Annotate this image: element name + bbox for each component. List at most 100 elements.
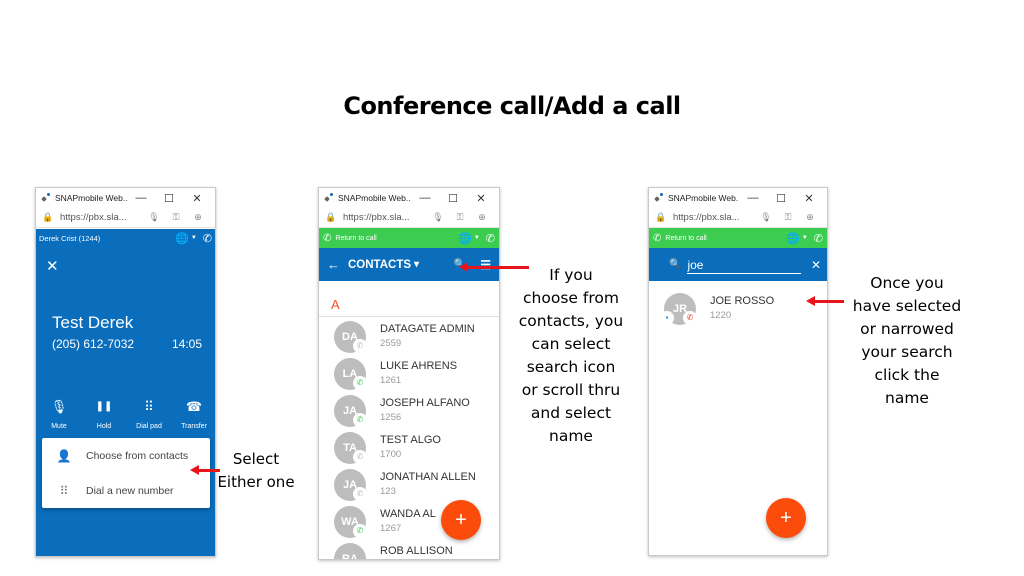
phone-status-icon: ✆ (353, 524, 367, 538)
transfer-button[interactable]: ☎ Transfer (172, 398, 215, 430)
contact-row[interactable]: JA ✆ JOSEPH ALFANO 1256 (319, 393, 499, 430)
address-bar[interactable]: 🔒 https://pbx.sla... 🎙 ⚿ ⊕ (649, 208, 827, 228)
chevron-down-icon[interactable]: ▼ (474, 235, 480, 241)
phone-window-active-call: SNAPmobile Web... — ☐ ✕ 🔒 https://pbx.sl… (35, 187, 216, 557)
chevron-down-icon[interactable]: ▼ (191, 235, 197, 241)
mic-icon[interactable]: 🎙 (143, 212, 165, 223)
minimize-button[interactable]: — (127, 192, 155, 204)
phone-status-icon: ✆ (353, 413, 367, 427)
close-button[interactable]: ✕ (467, 192, 495, 205)
maximize-button[interactable]: ☐ (155, 192, 183, 205)
status-bar: Derek Crist (1244) 🌐 ▼ ✆ (36, 229, 215, 247)
lock-icon: 🔒 (325, 212, 337, 222)
minimize-button[interactable]: — (411, 192, 439, 204)
dialpad-button[interactable]: ⠿ Dial pad (127, 398, 171, 430)
annotation-click-name: Once you have selected or narrowed your … (852, 274, 962, 407)
phone-forward-icon[interactable]: ✆ (486, 232, 495, 245)
minimize-button[interactable]: — (739, 192, 767, 204)
contact-row[interactable]: RA ROB ALLISON (319, 541, 499, 559)
close-button[interactable]: ✕ (183, 192, 211, 205)
phone-window-contacts: SNAPmobile Web... — ☐ ✕ 🔒 https://pbx.sl… (318, 187, 500, 560)
add-call-menu: 👤 Choose from contacts ⠿ Dial a new numb… (42, 438, 210, 508)
phone-forward-icon[interactable]: ✆ (814, 232, 823, 245)
dialpad-icon: ⠿ (59, 483, 69, 498)
menu-item-choose-from-contacts[interactable]: 👤 Choose from contacts (42, 438, 210, 473)
chevron-down-icon[interactable]: ▾ (414, 259, 419, 270)
contact-row[interactable]: DA ✆ DATAGATE ADMIN 2559 (319, 319, 499, 356)
phone-icon: ✆ (323, 232, 332, 244)
page-title: Conference call/Add a call (343, 92, 681, 120)
app-icon (323, 192, 335, 204)
globe-icon[interactable]: 🌐 (458, 232, 472, 245)
menu-item-dial-new-number[interactable]: ⠿ Dial a new number (42, 473, 210, 508)
user-label: Derek Crist (1244) (39, 233, 101, 243)
zoom-icon[interactable]: ⊕ (187, 212, 209, 223)
search-input[interactable]: joe (687, 256, 801, 274)
phone-forward-icon[interactable]: ✆ (203, 232, 212, 245)
add-contact-fab[interactable]: + (766, 498, 806, 538)
close-icon[interactable]: ✕ (46, 257, 59, 275)
key-icon[interactable]: ⚿ (449, 212, 471, 223)
url-text[interactable]: https://pbx.sla... (669, 212, 755, 223)
maximize-button[interactable]: ☐ (439, 192, 467, 205)
back-arrow-icon[interactable]: ← (327, 257, 340, 272)
search-icon: 🔍 (669, 259, 682, 270)
dialpad-icon: ⠿ (144, 399, 154, 414)
contact-row[interactable]: TA ✆ TEST ALGO 1700 (319, 430, 499, 467)
url-text[interactable]: https://pbx.sla... (339, 212, 427, 223)
mic-icon[interactable]: 🎙 (755, 212, 777, 223)
chevron-down-icon[interactable]: ▼ (802, 235, 808, 241)
phone-window-search-results: SNAPmobile Web... — ☐ ✕ 🔒 https://pbx.sl… (648, 187, 828, 556)
window-titlebar: SNAPmobile Web... — ☐ ✕ (36, 188, 215, 208)
address-bar[interactable]: 🔒 https://pbx.sla... 🎙 ⚿ ⊕ (36, 208, 215, 228)
app-icon (653, 192, 665, 204)
search-bar: 🔍 joe ✕ (649, 248, 827, 281)
divider (319, 316, 499, 317)
key-icon[interactable]: ⚿ (165, 212, 187, 223)
globe-icon[interactable]: 🌐 (175, 232, 189, 245)
mic-icon[interactable]: 🎙 (427, 212, 449, 223)
add-contact-fab[interactable]: + (441, 500, 481, 540)
phone-status-icon: ✆ (353, 376, 367, 390)
return-to-call-label: Return to call (335, 234, 377, 242)
window-titlebar: SNAPmobile Web... — ☐ ✕ (319, 188, 499, 208)
phone-status-icon: ✆ (353, 487, 367, 501)
window-title: SNAPmobile Web... (338, 193, 411, 203)
key-icon[interactable]: ⚿ (777, 212, 799, 223)
annotation-select-either: Select Either one (217, 450, 295, 491)
phone-status-icon: ✆ (353, 339, 367, 353)
pause-icon: ❚❚ (95, 401, 113, 412)
caller-number: (205) 612-7032 (52, 337, 135, 351)
contact-row[interactable]: JA ✆ JONATHAN ALLEN 123 (319, 467, 499, 504)
clear-icon[interactable]: ✕ (811, 258, 821, 272)
mute-button[interactable]: 🎙 Mute (37, 398, 81, 430)
hold-button[interactable]: ❚❚ Hold (82, 398, 126, 430)
zoom-icon[interactable]: ⊕ (471, 212, 493, 223)
search-results: JR ▪ ✆ JOE ROSSO 1220 + (649, 285, 827, 555)
url-text[interactable]: https://pbx.sla... (56, 212, 143, 223)
globe-icon[interactable]: 🌐 (786, 232, 800, 245)
phone-icon: ✆ (653, 232, 662, 244)
mic-off-icon: 🎙 (50, 399, 68, 414)
person-icon: 👤 (56, 448, 72, 463)
lock-icon: 🔒 (655, 212, 667, 222)
window-title: SNAPmobile Web... (668, 193, 739, 203)
contact-row[interactable]: LA ✆ LUKE AHRENS 1261 (319, 356, 499, 393)
maximize-button[interactable]: ☐ (767, 192, 795, 205)
close-button[interactable]: ✕ (795, 192, 823, 205)
address-bar[interactable]: 🔒 https://pbx.sla... 🎙 ⚿ ⊕ (319, 208, 499, 228)
zoom-icon[interactable]: ⊕ (799, 212, 821, 223)
return-to-call-bar[interactable]: ✆ Return to call 🌐 ▼ ✆ (319, 228, 499, 248)
avatar: RA (334, 543, 366, 559)
phone-status-icon: ✆ (353, 450, 367, 464)
menu-icon[interactable]: ☰ (480, 258, 491, 272)
lock-icon: 🔒 (42, 212, 54, 222)
section-letter: A (331, 297, 340, 312)
contact-row-joe-rosso[interactable]: JR ▪ ✆ JOE ROSSO 1220 (649, 291, 827, 328)
chat-icon: ▪ (660, 311, 674, 325)
contacts-title[interactable]: CONTACTS (348, 259, 411, 271)
contacts-list[interactable]: A DA ✆ DATAGATE ADMIN 2559 LA ✆ LUKE AHR… (319, 285, 499, 559)
contacts-header: ← CONTACTS ▾ 🔍 ☰ (319, 248, 499, 281)
return-to-call-bar[interactable]: ✆ Return to call 🌐 ▼ ✆ (649, 228, 827, 248)
window-titlebar: SNAPmobile Web... — ☐ ✕ (649, 188, 827, 208)
